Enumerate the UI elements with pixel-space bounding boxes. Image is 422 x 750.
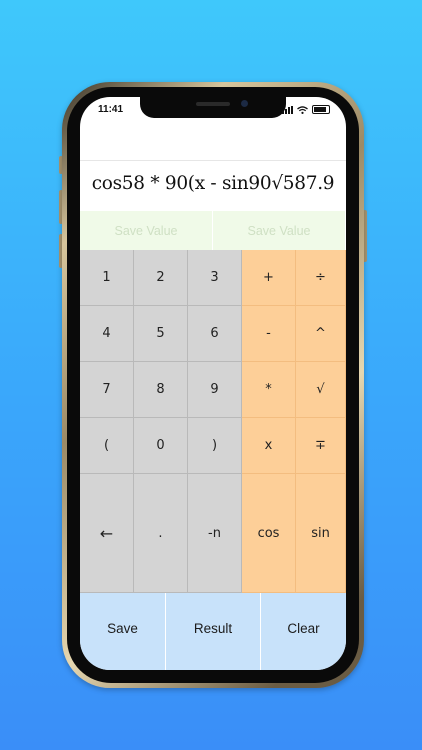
key-8[interactable]: 8 (134, 362, 188, 418)
key-backspace[interactable]: ← (80, 474, 134, 593)
key-negate-label: -n (208, 525, 221, 541)
result-button[interactable]: Result (166, 593, 261, 670)
key-backspace-label: ← (99, 523, 114, 543)
wifi-icon (297, 105, 308, 114)
battery-icon (312, 105, 330, 114)
key-minus-label: - (266, 326, 271, 341)
key-open-paren[interactable]: ( (80, 418, 134, 474)
status-time: 11:41 (98, 104, 124, 115)
key-8-label: 8 (156, 382, 165, 397)
key-sin-label: sin (311, 525, 330, 541)
key-negate[interactable]: -n (188, 474, 242, 593)
key-sqrt-label: √ (316, 382, 325, 397)
key-2-label: 2 (156, 270, 165, 285)
key-decimal[interactable]: . (134, 474, 188, 593)
key-0-label: 0 (156, 438, 165, 453)
key-cos[interactable]: cos (242, 474, 296, 593)
key-multiply[interactable]: * (242, 362, 296, 418)
key-7-label: 7 (102, 382, 111, 397)
key-1[interactable]: 1 (80, 250, 134, 306)
key-variable-x-label: x (264, 438, 273, 453)
key-sqrt[interactable]: √ (296, 362, 346, 418)
key-plus-minus[interactable]: ∓ (296, 418, 346, 474)
key-4[interactable]: 4 (80, 306, 134, 362)
key-power-label: ^ (315, 326, 326, 341)
save-value-row: Save Value Save Value (80, 211, 346, 250)
key-plus[interactable]: + (242, 250, 296, 306)
key-7[interactable]: 7 (80, 362, 134, 418)
key-close-paren[interactable]: ) (188, 418, 242, 474)
cellular-signal-icon (282, 105, 293, 114)
save-value-slot-2[interactable]: Save Value (213, 211, 346, 250)
key-6-label: 6 (210, 326, 219, 341)
front-camera (241, 100, 248, 107)
key-decimal-label: . (158, 525, 163, 541)
key-minus[interactable]: - (242, 306, 296, 362)
key-open-paren-label: ( (103, 438, 110, 453)
key-variable-x[interactable]: x (242, 418, 296, 474)
expression-display: cos58 * 90(x - sin90√587.9 (91, 172, 335, 194)
key-5-label: 5 (156, 326, 165, 341)
key-plus-label: + (263, 270, 274, 285)
key-0[interactable]: 0 (134, 418, 188, 474)
key-sin[interactable]: sin (296, 474, 346, 593)
key-4-label: 4 (102, 326, 111, 341)
status-icons (282, 105, 330, 114)
key-multiply-label: * (265, 382, 272, 397)
key-3[interactable]: 3 (188, 250, 242, 306)
save-value-slot-1[interactable]: Save Value (80, 211, 213, 250)
phone-notch (140, 97, 286, 118)
key-plus-minus-label: ∓ (315, 438, 326, 453)
key-9-label: 9 (210, 382, 219, 397)
speaker-grille (196, 102, 230, 106)
key-cos-label: cos (257, 525, 280, 541)
app-screen: 11:41 cos58 * 90(x - sin90√587.9 Save Va… (80, 97, 346, 670)
save-button[interactable]: Save (80, 593, 166, 670)
key-power[interactable]: ^ (296, 306, 346, 362)
key-5[interactable]: 5 (134, 306, 188, 362)
key-3-label: 3 (210, 270, 219, 285)
clear-button[interactable]: Clear (261, 593, 346, 670)
key-divide-label: ÷ (315, 270, 326, 285)
key-1-label: 1 (102, 270, 111, 285)
key-2[interactable]: 2 (134, 250, 188, 306)
bottom-action-row: Save Result Clear (80, 593, 346, 670)
keypad: 1 2 3 + ÷ 4 5 6 - ^ 7 8 9 * √ (0) x ∓ ←. -n cos sin (80, 250, 346, 593)
key-close-paren-label: ) (211, 438, 218, 453)
key-9[interactable]: 9 (188, 362, 242, 418)
key-6[interactable]: 6 (188, 306, 242, 362)
key-divide[interactable]: ÷ (296, 250, 346, 306)
